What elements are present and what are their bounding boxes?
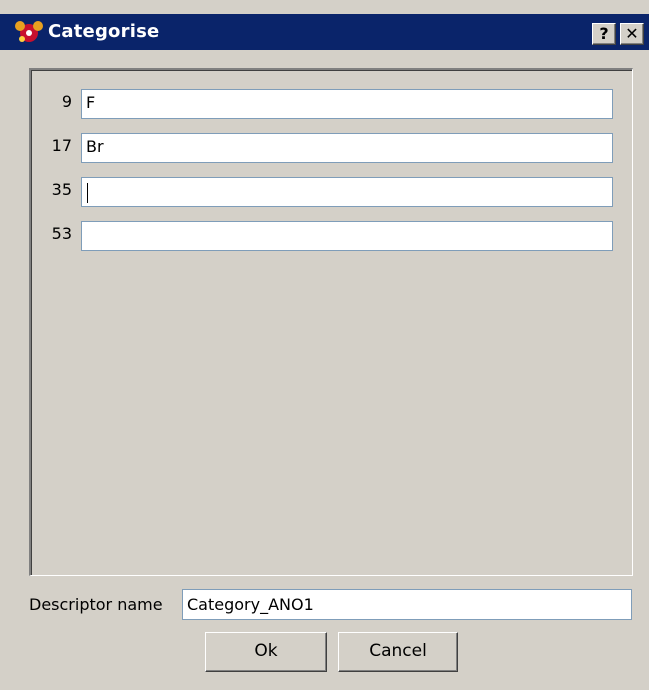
descriptor-name-label: Descriptor name — [29, 595, 163, 614]
text-caret — [87, 183, 88, 203]
descriptor-name-input[interactable]: Category_ANO1 — [182, 589, 632, 620]
category-input-focused[interactable] — [81, 177, 613, 207]
category-row: 17 Br — [32, 133, 632, 163]
category-row: 35 — [32, 177, 632, 207]
help-button[interactable]: ? — [592, 23, 616, 45]
close-button[interactable]: ✕ — [620, 23, 644, 45]
window-title: Categorise — [48, 21, 160, 42]
category-row-number: 35 — [51, 180, 72, 199]
app-logo-icon — [15, 21, 43, 42]
category-list-panel: 9 F 17 Br 35 53 — [29, 68, 633, 576]
category-row-number: 9 — [61, 92, 72, 111]
cancel-button[interactable]: Cancel — [338, 632, 458, 672]
category-row-number: 17 — [51, 136, 72, 155]
ok-button[interactable]: Ok — [205, 632, 327, 672]
category-input[interactable]: F — [81, 89, 613, 119]
category-row: 53 — [32, 221, 632, 251]
category-input[interactable] — [81, 221, 613, 251]
title-bar[interactable]: Categorise ? ✕ — [0, 14, 649, 50]
category-input[interactable]: Br — [81, 133, 613, 163]
category-row-number: 53 — [51, 224, 72, 243]
category-row: 9 F — [32, 89, 632, 119]
